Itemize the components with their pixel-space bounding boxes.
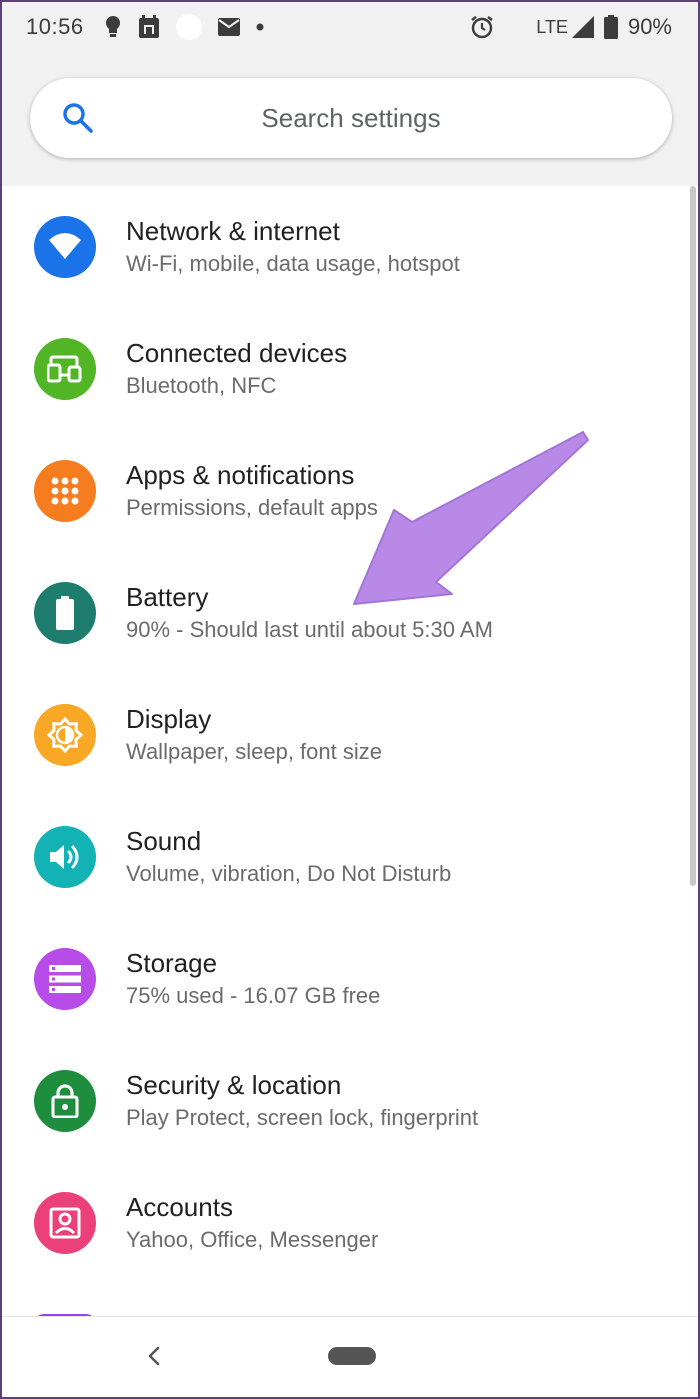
item-subtitle: Volume, vibration, Do Not Disturb [126,861,452,886]
item-subtitle: Bluetooth, NFC [126,373,277,398]
settings-item-display[interactable]: Display Wallpaper, sleep, font size [2,674,698,796]
battery-percent: 90% [627,14,672,39]
settings-item-accounts[interactable]: Accounts Yahoo, Office, Messenger [2,1162,698,1284]
devices-icon [34,338,96,400]
settings-list: Network & internet Wi-Fi, mobile, data u… [2,186,698,1284]
volume-icon [34,826,96,888]
search-area: Search settings [2,52,698,186]
network-type: LTE [536,16,568,37]
back-icon[interactable] [144,1341,164,1376]
settings-item-storage[interactable]: Storage 75% used - 16.07 GB free [2,918,698,1040]
search-bar[interactable]: Search settings [30,78,672,158]
search-placeholder: Search settings [261,102,441,133]
settings-item-apps[interactable]: Apps & notifications Permissions, defaul… [2,430,698,552]
settings-item-sound[interactable]: Sound Volume, vibration, Do Not Disturb [2,796,698,918]
item-title: Battery [126,582,209,612]
android-settings-screen: 10:56 LTE 90% Search settings Network & … [2,2,698,1397]
bulb-icon [104,15,122,39]
item-subtitle: Wi-Fi, mobile, data usage, hotspot [126,251,460,276]
item-subtitle: 90% - Should last until about 5:30 AM [126,617,493,642]
status-bar: 10:56 LTE 90% [2,2,698,52]
battery-status-icon [603,15,618,39]
item-subtitle: Play Protect, screen lock, fingerprint [126,1105,479,1130]
scrollbar[interactable] [690,186,696,886]
settings-item-security[interactable]: Security & location Play Protect, screen… [2,1040,698,1162]
home-pill[interactable] [328,1347,376,1365]
item-subtitle: Permissions, default apps [126,495,378,520]
search-icon [60,100,96,141]
alarm-icon [470,15,494,39]
settings-item-battery[interactable]: Battery 90% - Should last until about 5:… [2,552,698,674]
lock-icon [34,1070,96,1132]
item-title: Storage [126,948,218,978]
item-title: Display [126,704,212,734]
item-title: Network & internet [126,216,340,246]
status-time: 10:56 [26,14,84,39]
settings-item-network[interactable]: Network & internet Wi-Fi, mobile, data u… [2,186,698,308]
item-subtitle: 75% used - 16.07 GB free [126,983,381,1008]
item-subtitle: Wallpaper, sleep, font size [126,739,382,764]
item-title: Security & location [126,1070,342,1100]
navigation-bar [2,1316,698,1397]
apps-icon [34,460,96,522]
settings-item-connected-devices[interactable]: Connected devices Bluetooth, NFC [2,308,698,430]
wifi-icon [34,216,96,278]
item-subtitle: Yahoo, Office, Messenger [126,1227,379,1252]
signal-icon [571,16,594,38]
item-title: Connected devices [126,338,348,368]
circle-icon [175,14,202,40]
mail-icon [217,18,240,36]
battery-icon [34,582,96,644]
calendar-icon [138,15,160,39]
account-icon [34,1192,96,1254]
item-title: Sound [126,826,202,856]
item-title: Accounts [126,1192,233,1222]
item-title: Apps & notifications [126,460,355,490]
dot-icon [256,23,264,31]
brightness-icon [34,704,96,766]
storage-icon [34,948,96,1010]
